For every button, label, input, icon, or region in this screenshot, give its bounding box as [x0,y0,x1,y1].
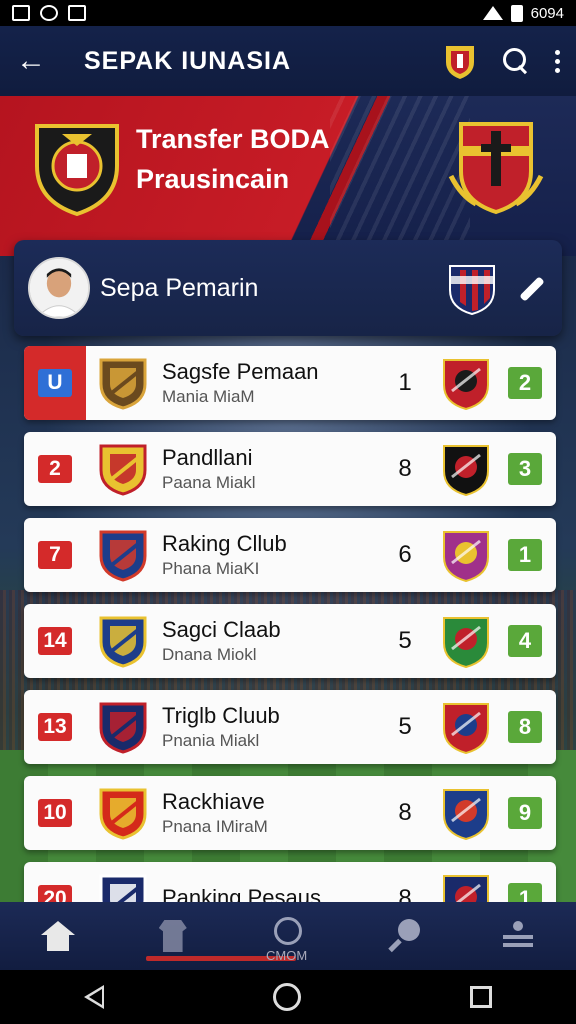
ball-icon [273,917,302,945]
opponent-crest-icon [443,617,489,669]
ranking-row[interactable]: U Sagsfe Pemaan Mania MiaM 1 2 [24,346,556,420]
club-name: Sagci Claab [162,617,281,642]
match-score: 1 [398,369,412,396]
club-name: Rackhiave [162,789,265,814]
battery-icon [510,4,523,22]
system-back-icon[interactable] [84,985,105,1009]
points-badge: 3 [508,453,542,485]
profile-icon [503,921,534,951]
system-recents-icon[interactable] [469,986,492,1008]
club-name: Sagsfe Pemaan [162,359,319,384]
rank-cell: 14 [24,604,86,678]
jersey-icon [158,920,187,952]
match-score: 5 [398,713,412,740]
opponent-crest-icon [443,531,489,583]
rank-cell: 10 [24,776,86,850]
match-score: 8 [398,455,412,482]
club-crest-icon [99,788,147,840]
at-icon [40,5,58,21]
opponent-crest-icon [443,445,489,497]
banner-crest-left [35,124,119,216]
wifi-icon [482,6,503,20]
rank-cell: U [24,346,86,420]
system-home-icon[interactable] [272,983,301,1011]
player-avatar [28,257,90,319]
club-crest-icon [99,530,147,582]
club-crest-icon [99,616,147,668]
search-icon[interactable] [503,48,529,74]
points-badge: 8 [508,711,542,743]
rank-badge: 10 [38,799,72,827]
player-name: Sepa Pemarin [100,273,259,302]
status-bar: 6094 [0,0,576,26]
club-crest-icon [99,702,147,754]
club-name: Triglb Cluub [162,703,280,728]
status-time: 6094 [530,4,564,22]
rank-badge: 13 [38,713,72,741]
home-icon [40,921,75,951]
more-vert-icon[interactable] [555,49,560,73]
app-title: SEPAK IUNASIA [84,46,292,75]
gallery-icon [12,5,30,21]
points-badge: 1 [508,539,542,571]
mute-icon [68,5,86,21]
club-crest-icon[interactable] [443,42,477,80]
points-badge: 2 [508,367,542,399]
rank-cell: 2 [24,432,86,506]
match-score: 6 [398,541,412,568]
club-name: Raking Cllub [162,531,287,556]
back-arrow-icon[interactable]: ← [16,44,50,78]
club-subtitle: Mania MiaM [162,387,255,406]
club-subtitle: Pnania Miakl [162,731,260,750]
club-crest-icon [99,358,147,410]
club-subtitle: Paana Miakl [162,473,256,492]
points-badge: 9 [508,797,542,829]
ranking-row[interactable]: 7 Raking Cllub Phana MiaKI 6 1 [24,518,556,592]
match-score: 8 [398,799,412,826]
app-bar: ← SEPAK IUNASIA [0,26,576,96]
club-subtitle: Pnana IMiraM [162,817,268,836]
ranking-row[interactable]: 2 Pandllani Paana Miakl 8 3 [24,432,556,506]
points-badge: 4 [508,625,542,657]
nav-home[interactable] [23,906,93,966]
ranking-row[interactable]: 10 Rackhiave Pnana IMiraM 8 9 [24,776,556,850]
ranking-row[interactable]: 13 Triglb Cluub Pnania Miakl 5 8 [24,690,556,764]
rank-badge: U [38,369,72,397]
transfer-banner: Transfer BODA Prausincain [0,96,576,256]
ranking-row[interactable]: 14 Sagci Claab Dnana Miokl 5 4 [24,604,556,678]
opponent-crest-icon [443,703,489,755]
banner-subtitle: Prausincain [136,164,290,194]
banner-crest-right [448,122,544,215]
player-club-crest [449,265,495,316]
match-score: 5 [398,627,412,654]
club-crest-icon [99,444,147,496]
rank-badge: 7 [38,541,72,569]
system-nav-bar [0,970,576,1024]
nav-training[interactable] [368,906,438,966]
club-subtitle: Phana MiaKI [162,559,260,578]
racket-icon [386,919,421,953]
rank-cell: 7 [24,518,86,592]
banner-title: Transfer BODA [136,124,330,154]
rank-cell: 13 [24,690,86,764]
club-name: Pandllani [162,445,253,470]
player-card[interactable]: Sepa Pemarin [14,240,562,336]
nav-profile[interactable] [483,906,553,966]
edit-icon[interactable] [514,271,548,305]
opponent-crest-icon [443,359,489,411]
rank-badge: 2 [38,455,72,483]
opponent-crest-icon [443,789,489,841]
cmom-label: CMOM [266,948,308,963]
rank-badge: 14 [38,627,72,655]
club-subtitle: Dnana Miokl [162,645,257,664]
